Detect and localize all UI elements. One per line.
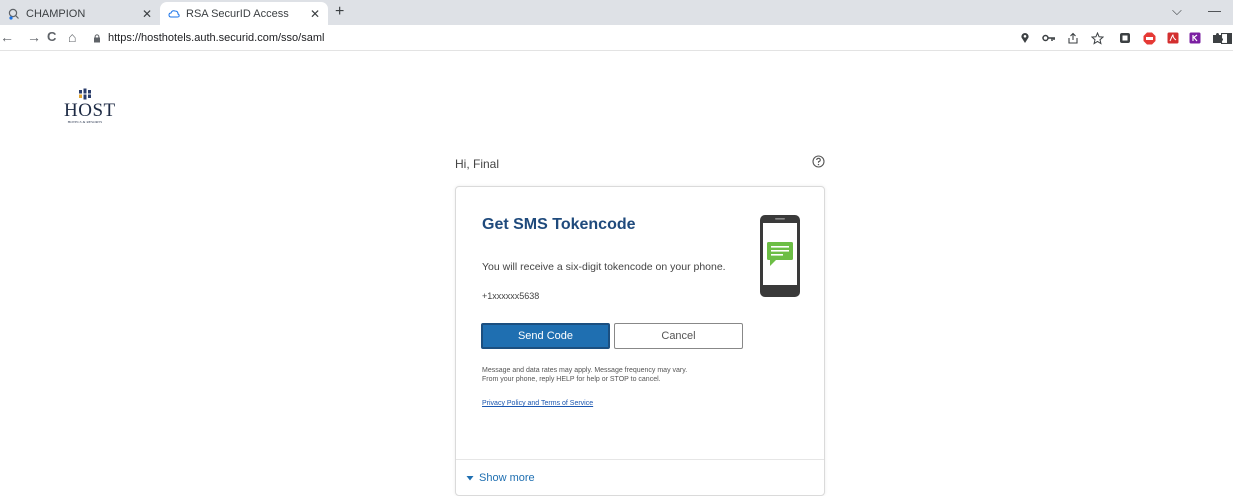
share-icon[interactable] [1066, 31, 1080, 45]
show-more-label: Show more [479, 472, 535, 484]
pdf-icon[interactable] [1166, 31, 1180, 45]
minimize-window-button[interactable]: — [1208, 3, 1221, 18]
logo-tagline: HOTELS & RESORTS [67, 120, 103, 124]
adblock-icon[interactable] [1142, 31, 1156, 45]
cloud-icon [168, 8, 180, 20]
tab-champion[interactable]: CHAMPION ✕ [0, 2, 160, 25]
address-bar[interactable]: https://hosthotels.auth.securid.com/sso/… [92, 28, 324, 48]
back-button[interactable]: ← [0, 29, 14, 45]
send-code-button[interactable]: Send Code [481, 323, 610, 349]
card-title: Get SMS Tokencode [482, 216, 636, 233]
tab-title: CHAMPION [26, 7, 86, 20]
phone-sms-icon [760, 215, 800, 297]
lock-icon [92, 33, 102, 43]
privacy-policy-link[interactable]: Privacy Policy and Terms of Service [482, 400, 593, 407]
browser-tab-bar: CHAMPION ✕ RSA SecurID Access ✕ + ⌵ — [0, 0, 1233, 25]
close-tab-icon[interactable]: ✕ [308, 7, 322, 21]
card-description: You will receive a six-digit tokencode o… [482, 261, 726, 273]
notice-line: From your phone, reply HELP for help or … [482, 376, 661, 383]
show-more-toggle[interactable]: Show more [466, 472, 535, 484]
forward-button[interactable]: → [27, 29, 41, 45]
extension-g-icon[interactable] [1118, 31, 1132, 45]
reload-button[interactable]: C [47, 29, 56, 44]
new-tab-button[interactable]: + [335, 3, 344, 21]
location-icon[interactable] [1018, 31, 1032, 45]
url-text: https://hosthotels.auth.securid.com/sso/… [108, 32, 325, 44]
user-greeting: Hi, Final [455, 157, 500, 171]
tab-title: RSA SecurID Access [186, 7, 289, 20]
browser-toolbar: ← → C ⌂ https://hosthotels.auth.securid.… [0, 25, 1233, 51]
host-hotels-logo: HOST HOTELS & RESORTS [64, 88, 116, 124]
notice-line: Message and data rates may apply. Messag… [482, 367, 688, 374]
tab-search-chevron-icon[interactable]: ⌵ [1172, 3, 1182, 19]
search-icon [8, 8, 20, 20]
star-icon[interactable] [1090, 31, 1104, 45]
home-button[interactable]: ⌂ [68, 29, 76, 45]
extension-k-icon[interactable] [1188, 31, 1202, 45]
sms-rates-notice: Message and data rates may apply. Messag… [482, 366, 782, 384]
caret-down-icon [466, 474, 474, 482]
help-icon[interactable] [812, 155, 825, 168]
masked-phone-number: +1xxxxxx5638 [482, 291, 540, 301]
sidebar-icon[interactable] [1219, 31, 1233, 45]
tab-rsa-securid[interactable]: RSA SecurID Access ✕ [160, 2, 328, 25]
logo-wordmark: HOST [64, 100, 116, 121]
cancel-button[interactable]: Cancel [614, 323, 743, 349]
sms-tokencode-card: Get SMS Tokencode You will receive a six… [455, 186, 825, 496]
key-icon[interactable] [1042, 31, 1056, 45]
host-logo-mark-icon [79, 88, 91, 100]
card-divider [456, 459, 824, 460]
close-tab-icon[interactable]: ✕ [140, 7, 154, 21]
